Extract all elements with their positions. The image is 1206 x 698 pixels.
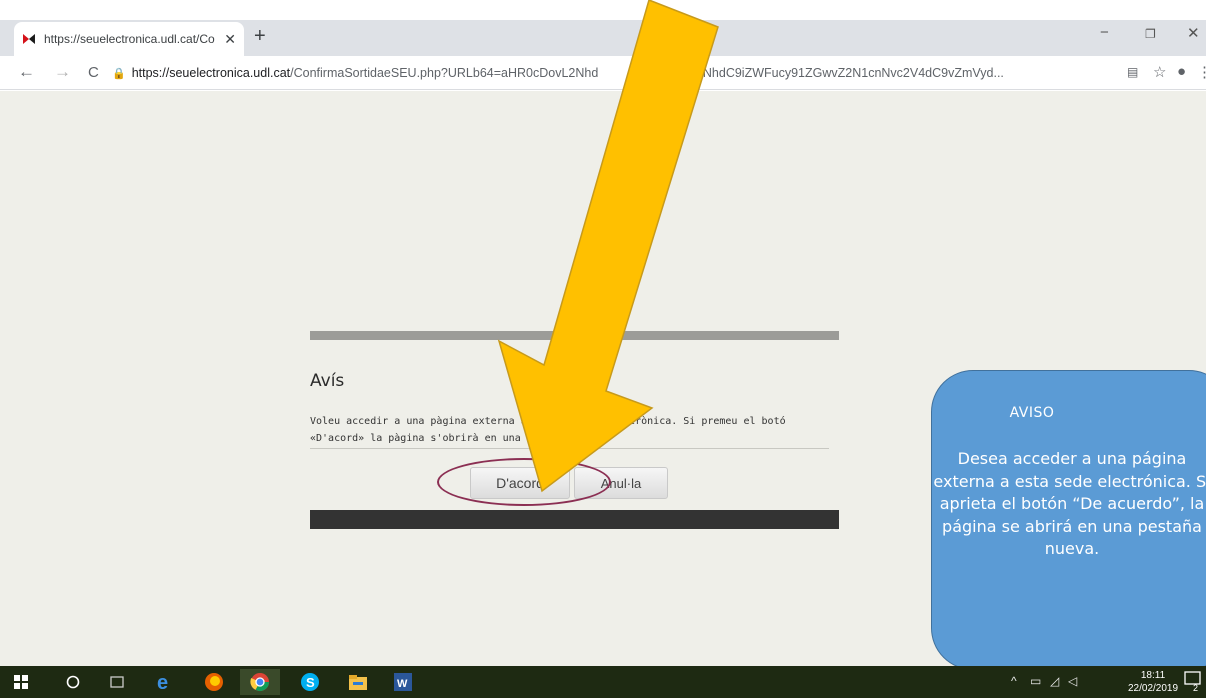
firefox-icon[interactable] xyxy=(204,672,224,692)
cortana-search-icon[interactable] xyxy=(66,672,80,692)
svg-text:S: S xyxy=(306,675,315,690)
file-explorer-icon[interactable] xyxy=(348,672,368,692)
svg-text:e: e xyxy=(157,672,168,692)
notification-center-icon[interactable]: 2 xyxy=(1184,671,1202,692)
network-icon[interactable]: ◿ xyxy=(1050,674,1059,688)
task-view-icon[interactable] xyxy=(110,672,124,692)
battery-icon[interactable]: ▭ xyxy=(1030,674,1041,688)
svg-text:W: W xyxy=(397,678,408,690)
chevron-up-icon[interactable]: ^ xyxy=(1011,674,1017,688)
start-windows-icon[interactable] xyxy=(14,672,28,692)
chrome-icon[interactable] xyxy=(240,669,280,695)
notification-count: 2 xyxy=(1193,683,1198,692)
clock-time: 18:11 xyxy=(1140,670,1166,681)
edge-icon[interactable]: e xyxy=(155,672,175,692)
skype-icon[interactable]: S xyxy=(300,672,320,692)
word-icon[interactable]: W xyxy=(394,672,412,692)
clock-date: 22/02/2019 xyxy=(1128,683,1179,694)
clock[interactable]: 18:11 22/02/2019 xyxy=(1128,669,1178,695)
arrow-shape xyxy=(497,0,719,493)
pointer-arrow-annotation xyxy=(497,0,719,493)
volume-icon[interactable]: ◁ xyxy=(1068,674,1077,688)
windows-taskbar: e S W ^ ▭ ◿ ◁ 18:11 22/02/2019 2 xyxy=(0,666,1206,698)
